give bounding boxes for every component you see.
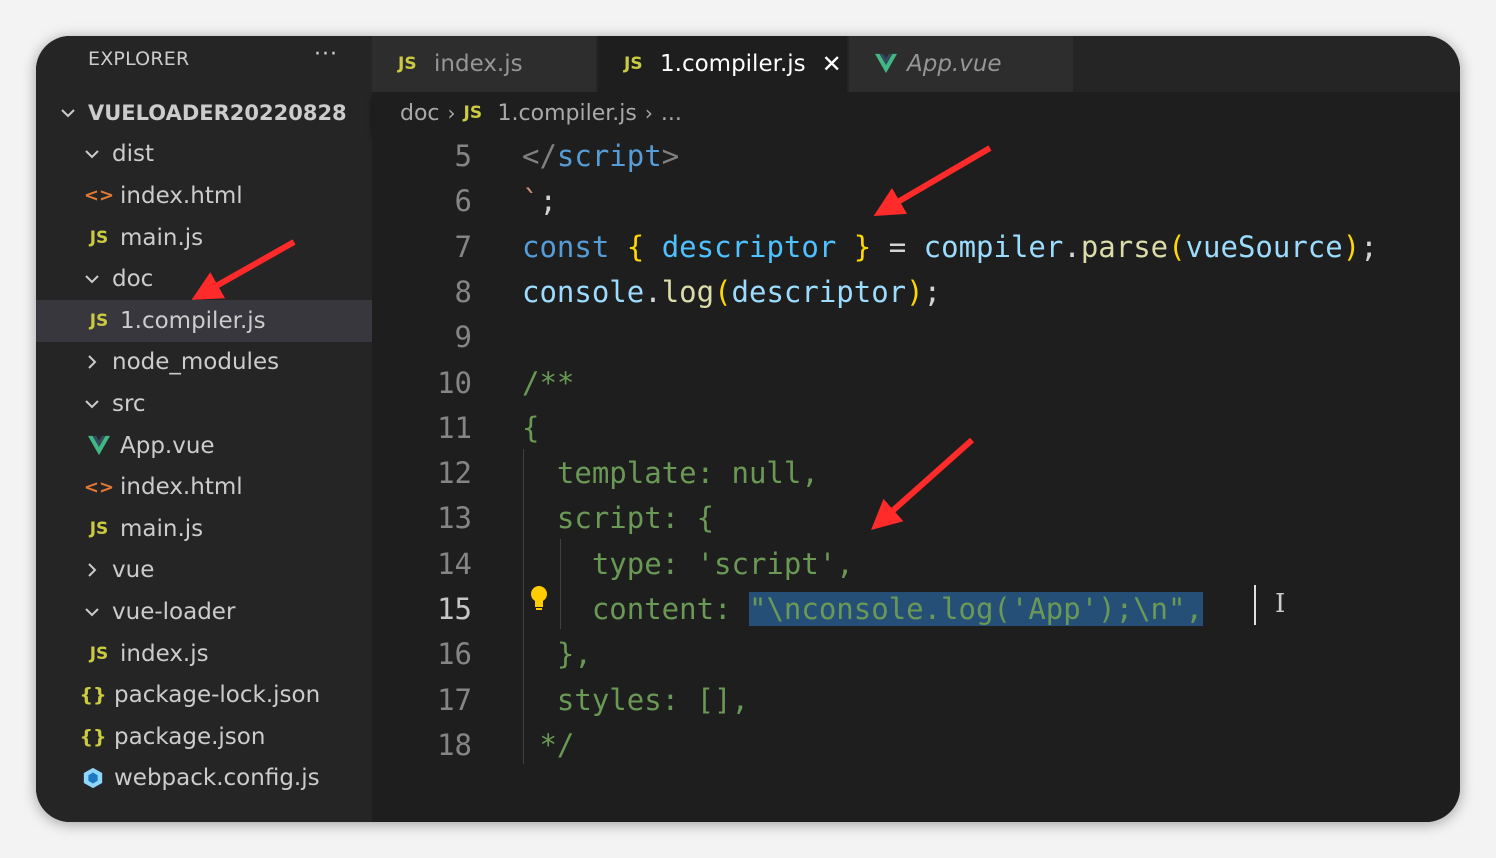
arrow-to-descriptor [873,145,992,217]
vscode-window: EXPLORER ··· VUELOADER20220828 dist <> inde… [36,36,1460,822]
annotation-arrows [191,145,992,530]
arrow-to-compiler-file [191,239,296,300]
arrow-to-script-block [871,437,974,530]
